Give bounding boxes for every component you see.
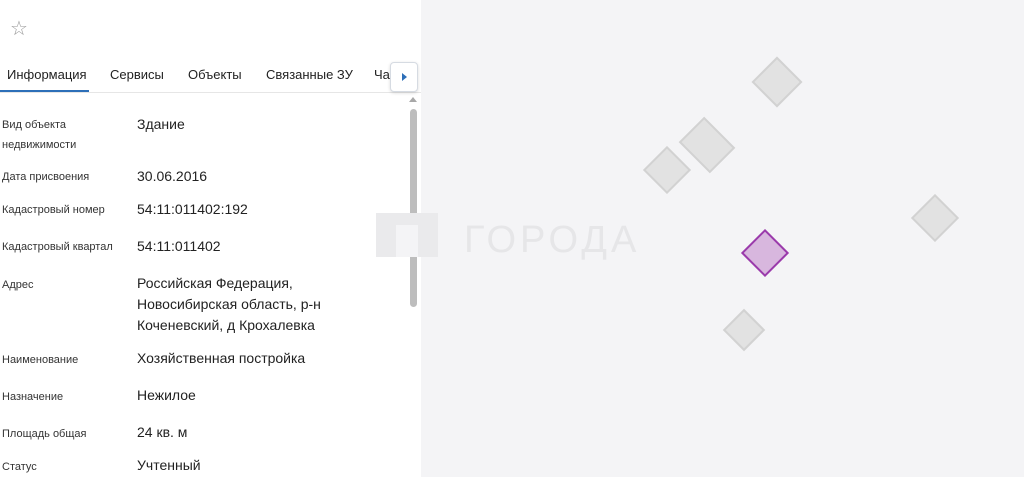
property-value-name: Хозяйственная постройка [137,350,306,366]
building-shape[interactable] [722,308,766,352]
building-shape[interactable] [910,193,960,243]
watermark-text: ГОРОДА [464,219,641,261]
star-icon[interactable]: ☆ [8,18,30,40]
tabs-scroll-right-button[interactable] [390,62,418,92]
property-label-cadastral-quarter: Кадастровый квартал [2,241,113,253]
tab-information[interactable]: Информация [7,67,87,82]
property-value-address: Российская Федерация, Новосибирская обла… [137,275,321,333]
tab-services[interactable]: Сервисы [110,67,164,82]
property-label-status: Статус [2,461,37,473]
property-label-assignment-date: Дата присвоения [2,171,90,183]
property-value-total-area: 24 кв. м [137,424,188,440]
property-label-name: Наименование [2,354,79,366]
scroll-up-arrow-icon[interactable] [409,97,417,102]
property-value-object-type: Здание [137,116,185,132]
building-shape[interactable] [642,145,692,195]
info-panel: ☆ Информация Сервисы Объекты Связанные З… [0,0,421,477]
property-value-assignment-date: 30.06.2016 [137,168,208,184]
selected-building-shape[interactable] [740,228,790,278]
building-shape[interactable] [678,116,736,174]
property-label-total-area: Площадь общая [2,428,87,440]
building-shape[interactable] [751,56,803,108]
property-label-object-type: Вид объекта недвижимости [2,119,77,151]
watermark-logo-icon [376,213,438,257]
property-value-status: Учтенный [137,457,201,473]
tab-related-land[interactable]: Связанные ЗУ [266,67,353,82]
tab-bar: Информация Сервисы Объекты Связанные ЗУ … [0,56,421,93]
property-value-cadastral-quarter: 54:11:011402 [137,238,221,254]
property-value-cadastral-number: 54:11:011402:192 [137,201,248,217]
active-tab-indicator [0,90,89,92]
scrollbar-thumb[interactable] [410,109,417,307]
property-value-purpose: Нежилое [137,387,196,403]
property-label-purpose: Назначение [2,391,64,403]
tab-objects[interactable]: Объекты [188,67,242,82]
property-label-cadastral-number: Кадастровый номер [2,204,105,216]
property-label-address: Адрес [2,279,34,291]
triangle-right-icon [402,73,407,81]
